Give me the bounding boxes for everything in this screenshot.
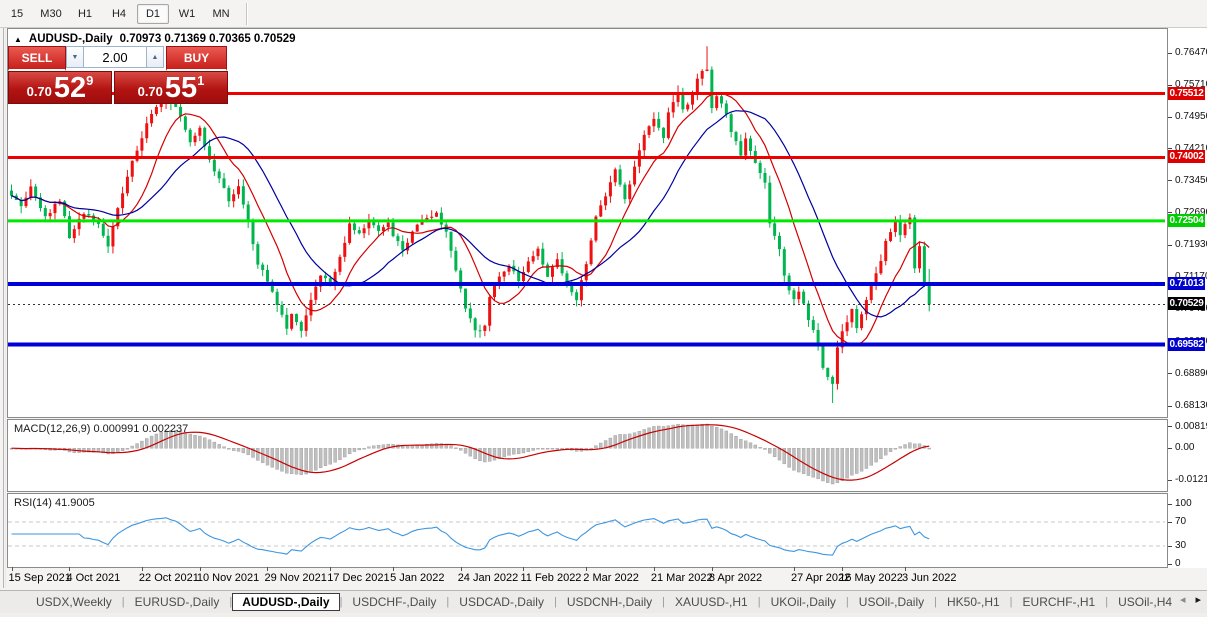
buy-price-pip: 1 bbox=[197, 73, 205, 88]
date-label: 5 Jan 2022 bbox=[390, 572, 445, 584]
timeframe-toolbar: 15 M30 H1 H4 D1 W1 MN bbox=[0, 0, 1207, 28]
sell-price-pip: 9 bbox=[86, 73, 94, 88]
rsi-panel[interactable] bbox=[7, 493, 1168, 568]
chart-title: ▲ AUDUSD-,Daily 0.70973 0.71369 0.70365 … bbox=[14, 33, 296, 45]
timeframe-button-H1[interactable]: H1 bbox=[69, 4, 101, 24]
date-label: 10 Nov 2021 bbox=[196, 572, 260, 584]
sell-price-big: 52 bbox=[53, 72, 87, 104]
buy-button[interactable]: BUY bbox=[166, 46, 227, 71]
window-frame-line bbox=[3, 28, 4, 588]
quantity-increase-button[interactable]: ▲ bbox=[146, 46, 164, 68]
rsi-svg bbox=[8, 517, 1165, 556]
buy-price-big: 55 bbox=[164, 72, 198, 104]
bottom-strip bbox=[0, 613, 1207, 617]
chart-tab-eurusd-daily[interactable]: EURUSD-,Daily bbox=[125, 593, 230, 611]
quantity-decrease-button[interactable]: ▼ bbox=[66, 46, 84, 68]
chart-tab-usdx-weekly[interactable]: USDX,Weekly bbox=[26, 593, 122, 611]
timeframe-button-D1[interactable]: D1 bbox=[137, 3, 169, 24]
buy-price-display[interactable]: 0.70 55 1 bbox=[114, 71, 228, 104]
date-label: 2 Mar 2022 bbox=[583, 572, 639, 584]
chart-symbol-period: AUDUSD-,Daily bbox=[28, 33, 113, 45]
date-label: 16 May 2022 bbox=[839, 572, 903, 584]
sell-button[interactable]: SELL bbox=[8, 46, 66, 71]
chart-tab-bar: USDX,Weekly | EURUSD-,Daily | AUDUSD-,Daily |… bbox=[0, 590, 1207, 613]
chart-tab-xauusd-h1[interactable]: XAUUSD-,H1 bbox=[665, 593, 758, 611]
date-label: 4 Oct 2021 bbox=[66, 572, 121, 584]
timeframe-button-W1[interactable]: W1 bbox=[171, 4, 203, 24]
sell-price-prefix: 0.70 bbox=[26, 84, 52, 99]
chart-tab-usoil-daily[interactable]: USOil-,Daily bbox=[849, 593, 934, 611]
chart-tab-eurchf-h1[interactable]: EURCHF-,H1 bbox=[1013, 593, 1106, 611]
date-label: 17 Dec 2021 bbox=[327, 572, 390, 584]
tab-scroll-right-icon[interactable]: ▸ bbox=[1195, 593, 1201, 606]
collapse-chart-icon[interactable]: ▲ bbox=[14, 35, 22, 44]
date-label: 11 Feb 2022 bbox=[520, 572, 582, 584]
date-label: 21 Mar 2022 bbox=[650, 572, 713, 584]
timeframe-button-H4[interactable]: H4 bbox=[103, 4, 135, 24]
date-label: 22 Oct 2021 bbox=[138, 572, 199, 584]
date-label: 29 Nov 2021 bbox=[264, 572, 327, 584]
rsi-label: RSI(14) 41.9005 bbox=[14, 497, 95, 509]
timeframe-button-M30[interactable]: M30 bbox=[35, 4, 67, 24]
chart-tab-usdcnh-daily[interactable]: USDCNH-,Daily bbox=[557, 593, 662, 611]
date-label: 27 Apr 2022 bbox=[790, 572, 851, 584]
timeframe-button-MN[interactable]: MN bbox=[205, 4, 237, 24]
date-label: 3 Jun 2022 bbox=[902, 572, 957, 584]
mt4-workspace: { "toolbar": {"timeframes": ["15","M30",… bbox=[0, 0, 1207, 617]
date-label: 15 Sep 2021 bbox=[8, 572, 71, 584]
chart-tab-hk50-h1[interactable]: HK50-,H1 bbox=[937, 593, 1010, 611]
date-label: 8 Apr 2022 bbox=[708, 572, 763, 584]
timeframe-button-15[interactable]: 15 bbox=[1, 4, 33, 24]
chart-tab-usdchf-daily[interactable]: USDCHF-,Daily bbox=[342, 593, 446, 611]
date-label: 24 Jan 2022 bbox=[457, 572, 519, 584]
chart-ohlc-values: 0.70973 0.71369 0.70365 0.70529 bbox=[119, 33, 296, 45]
toolbar-separator bbox=[246, 2, 248, 25]
sell-price-display[interactable]: 0.70 52 9 bbox=[8, 71, 112, 104]
tab-scroll-left-icon[interactable]: ◂ bbox=[1180, 593, 1186, 606]
one-click-trade-panel: SELL ▼ 2.00 ▲ BUY 0.70 52 9 0.70 55 1 bbox=[8, 46, 228, 104]
macd-label: MACD(12,26,9) 0.000991 0.002237 bbox=[14, 423, 189, 435]
chart-tab-ukoil-daily[interactable]: UKOil-,Daily bbox=[761, 593, 846, 611]
quantity-input[interactable]: 2.00 bbox=[84, 46, 146, 68]
chart-tab-usdcad-daily[interactable]: USDCAD-,Daily bbox=[449, 593, 554, 611]
chart-tab-audusd-daily[interactable]: AUDUSD-,Daily bbox=[232, 593, 340, 611]
price-axis-background bbox=[1167, 28, 1207, 568]
tab-scroll-arrows: ◂ ▸ bbox=[1180, 593, 1201, 606]
window-frame-line bbox=[5, 28, 6, 588]
chart-tab-usoil-h4[interactable]: USOil-,H4 bbox=[1108, 593, 1182, 611]
buy-price-prefix: 0.70 bbox=[137, 84, 163, 99]
